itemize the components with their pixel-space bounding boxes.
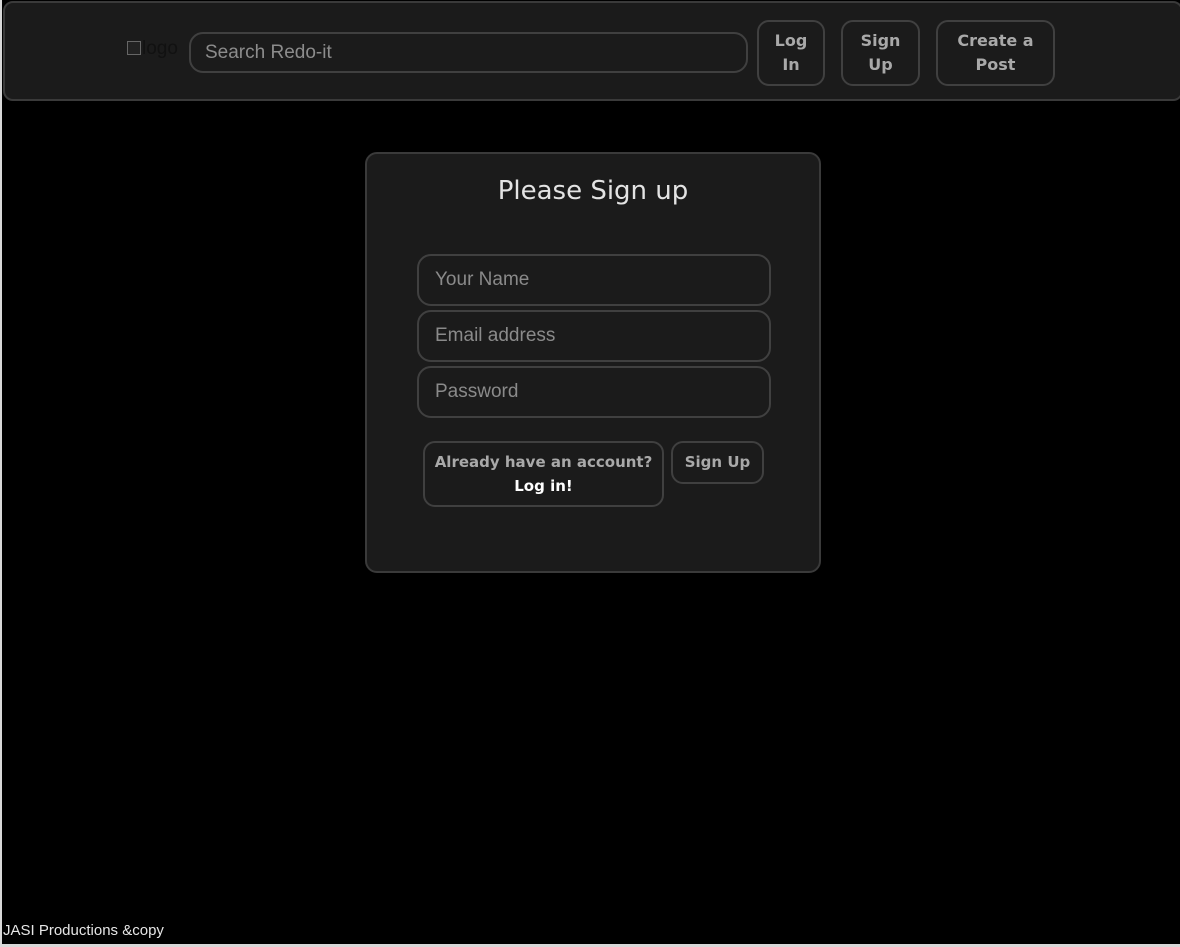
login-button-label-line2: In (782, 55, 800, 74)
signup-nav-label-line1: Sign (860, 31, 901, 50)
create-post-label-line2: Post (975, 55, 1016, 74)
navbar: logo Log In Sign Up Create a Post (3, 1, 1180, 101)
login-button[interactable]: Log In (757, 20, 825, 86)
window-left-border (0, 0, 2, 947)
signup-submit-button[interactable]: Sign Up (671, 441, 764, 484)
signup-nav-label-line2: Up (868, 55, 893, 74)
page-title: Please Sign up (497, 176, 689, 206)
logo-alt-text: logo (142, 38, 178, 59)
already-have-account-text: Already have an account? (434, 453, 653, 471)
logo-image[interactable]: logo (127, 39, 178, 59)
signup-nav-button[interactable]: Sign Up (841, 20, 920, 86)
already-have-account-button[interactable]: Already have an account? Log in! (423, 441, 664, 507)
create-post-button[interactable]: Create a Post (936, 20, 1055, 86)
broken-image-icon (127, 41, 141, 55)
login-button-label-line1: Log (774, 31, 808, 50)
name-field[interactable] (417, 254, 771, 306)
email-field[interactable] (417, 310, 771, 362)
create-post-label-line1: Create a (957, 31, 1034, 50)
search-input[interactable] (189, 32, 748, 73)
footer-copyright: JASI Productions &copy (3, 922, 164, 939)
password-field[interactable] (417, 366, 771, 418)
login-link[interactable]: Log in! (425, 474, 662, 498)
signup-card: Please Sign up Already have an account? … (365, 152, 821, 573)
